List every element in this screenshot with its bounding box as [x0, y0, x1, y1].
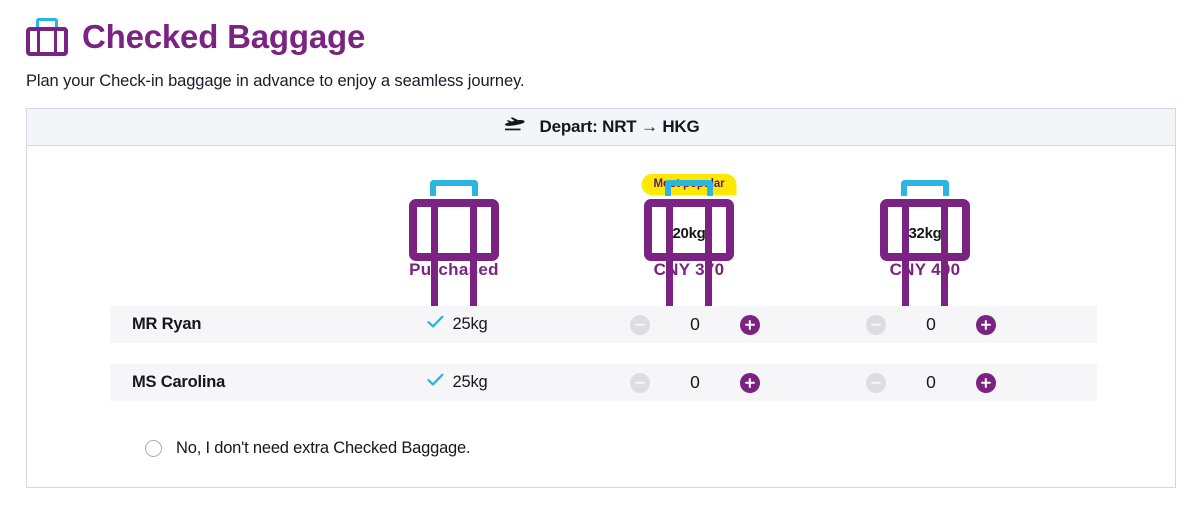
- stepper-32kg: 0: [866, 364, 996, 401]
- stepper-20kg: 0: [630, 364, 760, 401]
- check-icon: [426, 315, 444, 334]
- increment-button-20kg[interactable]: [739, 372, 760, 393]
- flight-route-label: Depart: NRT → HKG: [539, 117, 700, 136]
- table-row: MS Carolina 25kg 0 0: [27, 364, 1175, 401]
- option-weight-20kg: 20kg: [672, 225, 706, 242]
- purchased-allowance-cell: 25kg: [382, 306, 532, 343]
- option-column-20kg: Most popular 20kg CNY 370: [599, 146, 779, 321]
- purchased-weight: 25kg: [452, 315, 488, 333]
- decline-baggage-option[interactable]: No, I don't need extra Checked Baggage.: [145, 439, 471, 458]
- minus-glyph: [635, 323, 645, 326]
- increment-button-32kg[interactable]: [975, 372, 996, 393]
- purchased-weight: 25kg: [452, 373, 488, 391]
- option-column-32kg: 32kg CNY 490: [835, 146, 1015, 321]
- airplane-takeoff-icon: [503, 116, 527, 139]
- passenger-name: MR Ryan: [132, 315, 202, 333]
- option-price-20kg: CNY 370: [653, 260, 725, 279]
- suitcase-icon: [409, 180, 499, 321]
- stepper-20kg: 0: [630, 306, 760, 343]
- increment-button-20kg[interactable]: [739, 314, 760, 335]
- check-icon: [426, 373, 444, 392]
- minus-glyph: [871, 381, 881, 384]
- baggage-options: Purchased Most popular 20kg CNY 370 32kg: [27, 146, 1175, 321]
- page-subtitle: Plan your Check-in baggage in advance to…: [26, 72, 525, 90]
- suitcase-icon: [26, 16, 68, 56]
- suitcase-icon: 32kg: [880, 180, 970, 321]
- quantity-value-20kg: 0: [690, 314, 700, 334]
- option-price-32kg: CNY 490: [889, 260, 961, 279]
- option-weight-32kg: 32kg: [908, 225, 942, 242]
- decrement-button-20kg[interactable]: [630, 372, 650, 393]
- increment-button-32kg[interactable]: [975, 314, 996, 335]
- option-label-purchased: Purchased: [409, 260, 499, 279]
- minus-glyph: [635, 381, 645, 384]
- page-title-row: Checked Baggage: [26, 16, 365, 56]
- purchased-allowance-cell: 25kg: [382, 364, 532, 401]
- quantity-value-32kg: 0: [926, 372, 936, 392]
- baggage-card: Depart: NRT → HKG Purchased Most popular…: [26, 108, 1176, 488]
- passenger-rows: MR Ryan 25kg 0 0 MS Carolina 25kg 0 0: [27, 306, 1175, 422]
- table-row: MR Ryan 25kg 0 0: [27, 306, 1175, 343]
- suitcase-icon: 20kg: [644, 180, 734, 321]
- passenger-name: MS Carolina: [132, 373, 226, 391]
- quantity-value-32kg: 0: [926, 314, 936, 334]
- option-column-purchased: Purchased: [364, 146, 544, 321]
- stepper-32kg: 0: [866, 306, 996, 343]
- flight-header: Depart: NRT → HKG: [27, 109, 1175, 146]
- decrement-button-32kg[interactable]: [866, 314, 886, 335]
- minus-glyph: [871, 323, 881, 326]
- decline-radio-button[interactable]: [145, 440, 162, 457]
- decrement-button-32kg[interactable]: [866, 372, 886, 393]
- decrement-button-20kg[interactable]: [630, 314, 650, 335]
- decline-label: No, I don't need extra Checked Baggage.: [176, 439, 471, 457]
- quantity-value-20kg: 0: [690, 372, 700, 392]
- page-title: Checked Baggage: [82, 17, 366, 55]
